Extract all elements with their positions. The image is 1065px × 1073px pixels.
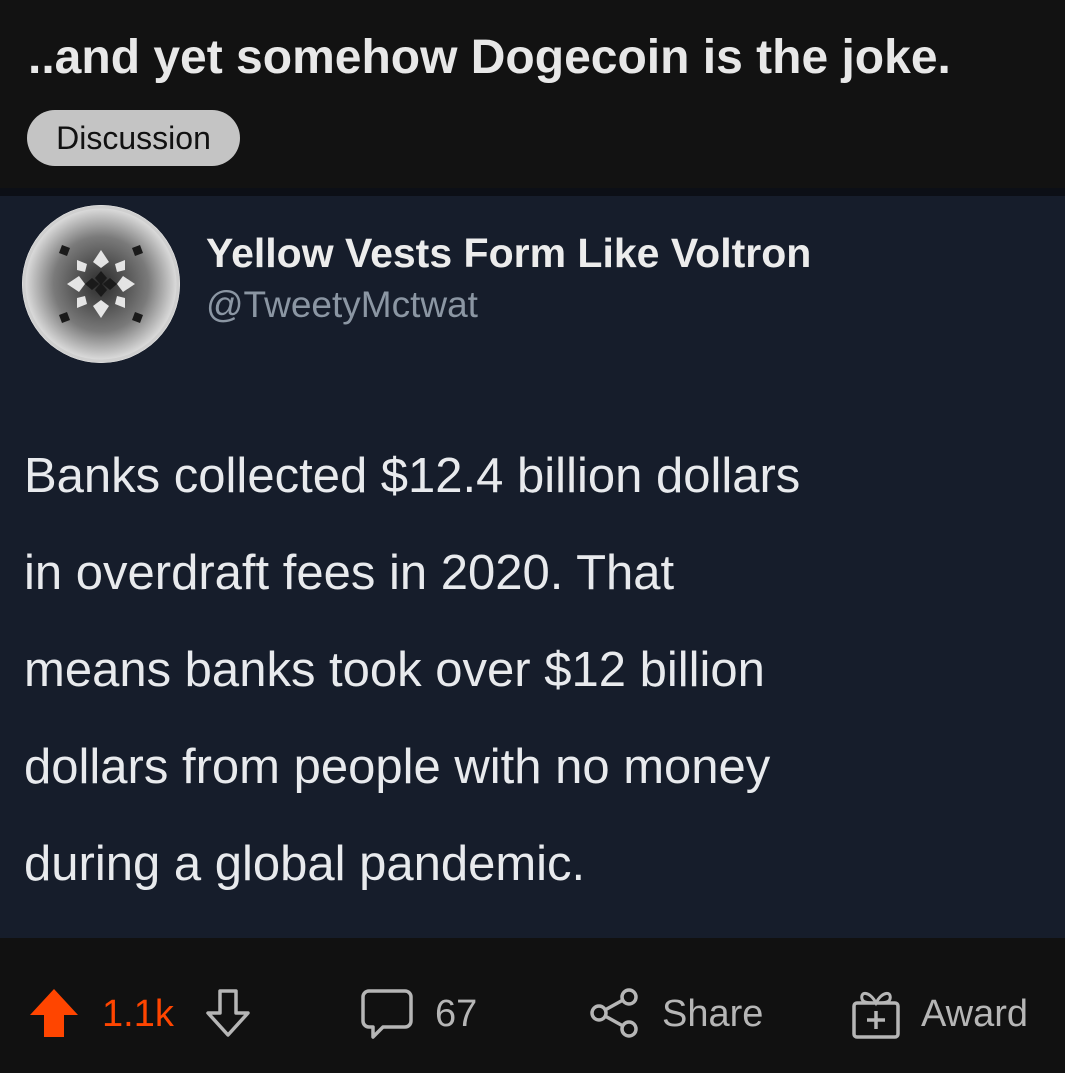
post-title[interactable]: ..and yet somehow Dogecoin is the joke. <box>28 30 951 85</box>
tweet-body-line: means banks took over $12 billion <box>24 643 765 697</box>
comment-bubble-shape <box>361 989 413 1039</box>
share-icon[interactable] <box>587 985 643 1041</box>
award-button[interactable]: Award <box>921 993 1028 1036</box>
post-header: ..and yet somehow Dogecoin is the joke. … <box>0 0 1065 188</box>
tweet-body-line: in overdraft fees in 2020. That <box>24 546 675 600</box>
avatar-pattern <box>22 205 180 363</box>
escher-butterfly-avatar-icon <box>22 205 180 363</box>
post-flair[interactable]: Discussion <box>27 110 240 166</box>
comment-count[interactable]: 67 <box>435 993 477 1036</box>
upvote-arrow-shape <box>30 989 78 1037</box>
tweet-body-line: dollars from people with no money <box>24 740 771 794</box>
vote-score: 1.1k <box>102 993 174 1035</box>
tweet-top-border <box>0 188 1065 196</box>
share-button[interactable]: Share <box>662 993 763 1036</box>
tweet-body-line: during a global pandemic. <box>24 837 586 891</box>
tweet-handle: @TweetyMctwat <box>206 284 478 325</box>
share-nodes-shape <box>590 988 638 1038</box>
downvote-arrow-shape <box>206 989 250 1037</box>
reddit-post-page: ..and yet somehow Dogecoin is the joke. … <box>0 0 1065 1073</box>
upvote-icon[interactable] <box>26 985 82 1041</box>
gift-box-shape <box>852 992 900 1039</box>
tweet-body: Banks collected $12.4 billion dollars in… <box>24 428 1044 913</box>
tweet-body-line: Banks collected $12.4 billion dollars <box>24 449 801 503</box>
tweet-display-name: Yellow Vests Form Like Voltron <box>206 230 812 276</box>
award-icon[interactable] <box>848 985 904 1041</box>
comment-icon[interactable] <box>359 985 415 1041</box>
downvote-icon[interactable] <box>200 985 256 1041</box>
